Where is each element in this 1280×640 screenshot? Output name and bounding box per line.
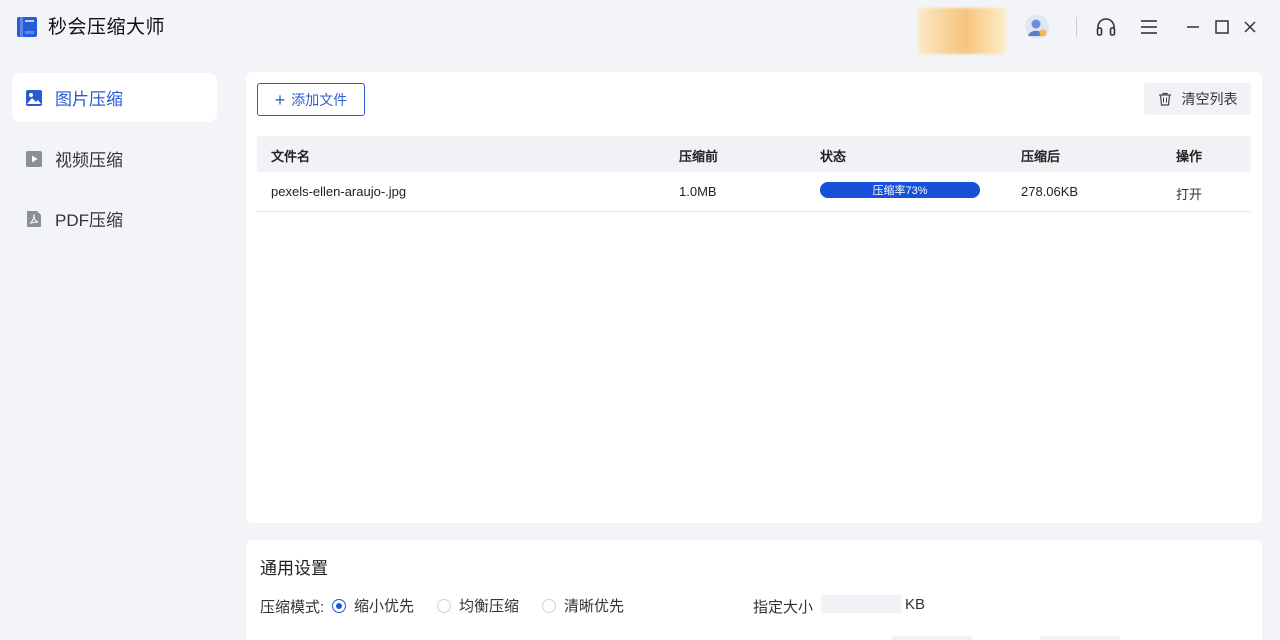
maximize-icon <box>1215 20 1229 34</box>
pdf-icon <box>25 210 43 228</box>
headset-icon <box>1096 18 1116 36</box>
maximize-button[interactable] <box>1211 16 1233 38</box>
open-file-link[interactable]: 打开 <box>1176 184 1202 203</box>
clear-list-button[interactable]: 清空列表 <box>1144 83 1251 115</box>
column-header-status: 状态 <box>820 149 847 164</box>
menu-button[interactable] <box>1138 16 1160 38</box>
settings-panel: 通用设置 压缩模式: 缩小优先 均衡压缩 清晰优先 指定大小 KB <box>246 540 1262 640</box>
minimize-button[interactable] <box>1182 16 1204 38</box>
menu-icon <box>1141 20 1157 34</box>
column-header-action: 操作 <box>1176 149 1203 164</box>
radio-mode-smaller-first[interactable]: 缩小优先 <box>332 595 414 616</box>
column-header-size-before: 压缩前 <box>679 149 719 164</box>
user-info-blurred[interactable] <box>918 8 1006 54</box>
title-bar: 秒会压缩大师 <box>0 0 1280 56</box>
partial-input-field[interactable] <box>1040 636 1120 640</box>
radio-mode-balanced[interactable]: 均衡压缩 <box>437 595 519 616</box>
add-file-button[interactable]: + 添加文件 <box>257 83 365 116</box>
radio-circle <box>437 598 451 613</box>
sidebar-item-label: 视频压缩 <box>55 151 123 170</box>
trash-icon <box>1158 92 1171 106</box>
radio-circle <box>542 598 556 613</box>
radio-circle <box>332 598 346 613</box>
sidebar-item-video-compress[interactable]: 视频压缩 <box>12 134 217 183</box>
radio-label: 均衡压缩 <box>459 598 520 615</box>
file-list-panel: + 添加文件 清空列表 文件名 压缩前 状态 压缩后 操作 pexels-ell… <box>246 72 1262 523</box>
radio-label: 清晰优先 <box>564 598 625 615</box>
close-button[interactable] <box>1239 16 1261 38</box>
cell-filename: pexels-ellen-araujo-.jpg <box>271 184 407 199</box>
app-title: 秒会压缩大师 <box>48 17 166 38</box>
compress-mode-label: 压缩模式: <box>260 599 325 616</box>
status-text: 压缩率73% <box>872 185 928 197</box>
sidebar-item-label: PDF压缩 <box>55 211 123 230</box>
radio-label: 缩小优先 <box>354 598 415 615</box>
status-progress-bar: 压缩率73% <box>820 182 980 198</box>
file-table: 文件名 压缩前 状态 压缩后 操作 pexels-ellen-araujo-.j… <box>257 136 1251 212</box>
table-header: 文件名 压缩前 状态 压缩后 操作 <box>257 136 1251 172</box>
sidebar: 图片压缩 视频压缩 PDF压缩 <box>0 56 230 640</box>
headset-button[interactable] <box>1095 16 1117 38</box>
column-header-filename: 文件名 <box>271 149 311 164</box>
cell-size-after: 278.06KB <box>1021 184 1079 199</box>
target-size-label: 指定大小 <box>753 599 814 616</box>
sidebar-item-label: 图片压缩 <box>55 90 123 109</box>
settings-title: 通用设置 <box>260 559 328 578</box>
titlebar-divider <box>1076 17 1077 37</box>
video-icon <box>25 150 43 168</box>
close-icon <box>1244 21 1256 33</box>
target-size-unit: KB <box>905 596 926 613</box>
partial-input-field[interactable] <box>892 636 972 640</box>
sidebar-item-image-compress[interactable]: 图片压缩 <box>12 73 217 122</box>
plus-icon: + <box>274 89 286 110</box>
app-window: 秒会压缩大师 图片压缩 视频压缩 PDF压缩 + 添加文件 清空列表 文件名 压… <box>0 0 1280 640</box>
clear-list-label: 清空列表 <box>1181 91 1238 107</box>
add-file-label: 添加文件 <box>291 91 348 108</box>
image-icon <box>25 89 43 107</box>
app-logo-icon <box>17 17 37 37</box>
cell-size-before: 1.0MB <box>679 184 717 199</box>
minimize-icon <box>1187 26 1199 28</box>
target-size-input[interactable] <box>821 595 901 613</box>
sidebar-item-pdf-compress[interactable]: PDF压缩 <box>12 194 217 243</box>
radio-mode-clarity-first[interactable]: 清晰优先 <box>542 595 624 616</box>
avatar[interactable] <box>1024 14 1050 40</box>
table-row[interactable]: pexels-ellen-araujo-.jpg 1.0MB 压缩率73% 27… <box>257 172 1251 212</box>
column-header-size-after: 压缩后 <box>1021 149 1061 164</box>
